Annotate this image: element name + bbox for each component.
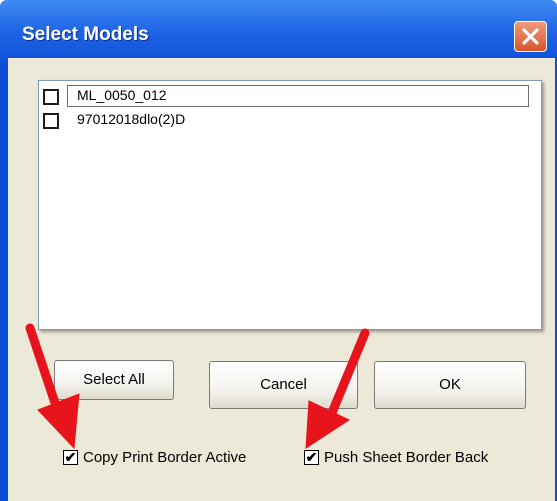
select-all-button[interactable]: Select All xyxy=(54,360,174,400)
window-title: Select Models xyxy=(22,24,149,45)
select-models-window: Select Models ML_0050_012 97012018dlo(2)… xyxy=(0,0,557,501)
ok-button[interactable]: OK xyxy=(374,361,526,409)
cancel-button[interactable]: Cancel xyxy=(209,361,358,409)
dialog-client-area: ML_0050_012 97012018dlo(2)D Select All C… xyxy=(8,58,555,501)
copy-print-border-label: Copy Print Border Active xyxy=(83,449,247,466)
push-sheet-border-label: Push Sheet Border Back xyxy=(324,449,489,466)
models-listbox[interactable]: ML_0050_012 97012018dlo(2)D xyxy=(38,80,542,330)
model-label: ML_0050_012 xyxy=(77,87,167,103)
model-checkbox[interactable] xyxy=(43,113,59,129)
list-item[interactable]: 97012018dlo(2)D xyxy=(39,109,541,133)
push-sheet-border-checkbox[interactable]: ✔ xyxy=(304,450,319,465)
model-label: 97012018dlo(2)D xyxy=(77,111,186,127)
push-sheet-border-option[interactable]: ✔ Push Sheet Border Back xyxy=(304,448,534,468)
list-item[interactable]: ML_0050_012 xyxy=(39,85,541,109)
close-button[interactable] xyxy=(514,21,547,52)
copy-print-border-option[interactable]: ✔ Copy Print Border Active xyxy=(63,448,288,468)
close-icon xyxy=(522,28,539,45)
copy-print-border-checkbox[interactable]: ✔ xyxy=(63,450,78,465)
model-checkbox[interactable] xyxy=(43,89,59,105)
